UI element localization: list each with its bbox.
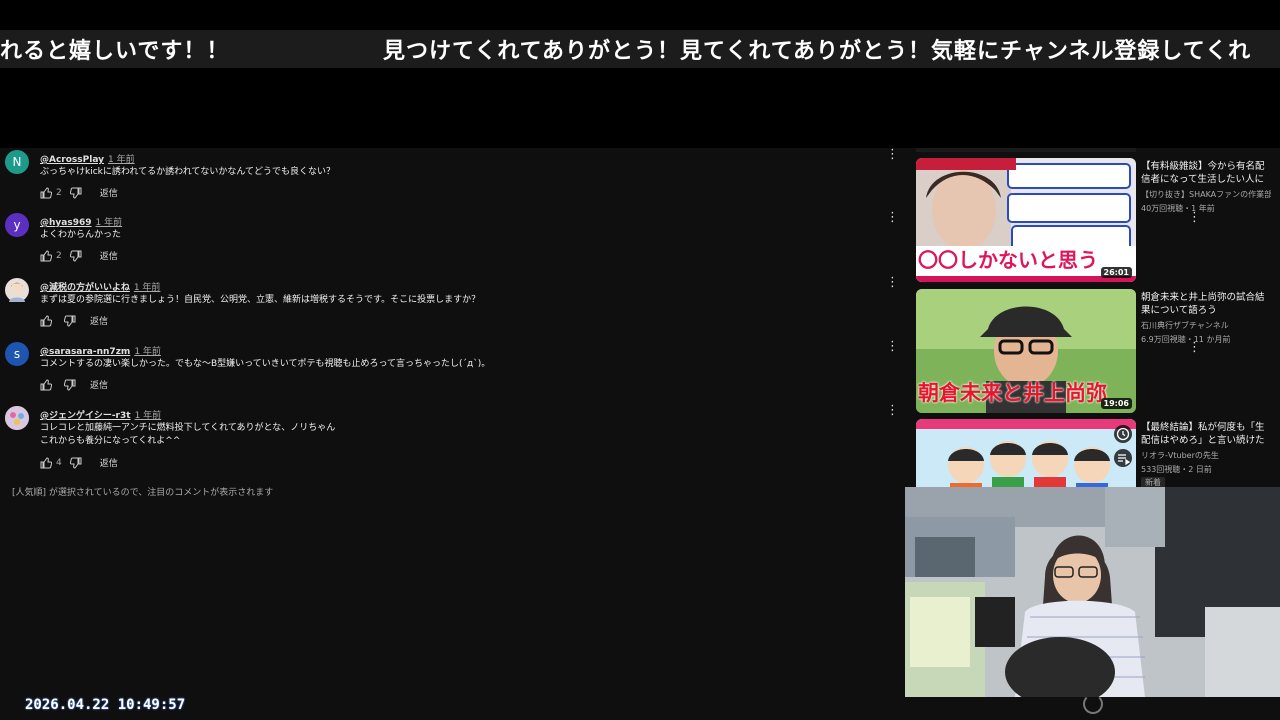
comment-text-line: コレコレと加藤純一アンチに燃料投下してくれてありがとな、ノリちゃん: [40, 423, 336, 433]
comment-menu-icon[interactable]: ⋮: [886, 148, 899, 162]
comment-menu-icon[interactable]: ⋮: [886, 276, 899, 290]
comment-text: コメントするの凄い楽しかった。でもな〜B型嫌いっていきいてポテも視聴も止めろって…: [40, 359, 491, 369]
thumbs-up-icon[interactable]: [40, 186, 52, 199]
video-channel[interactable]: 石川典行ザブチャンネル: [1141, 320, 1271, 331]
comment-time[interactable]: 1 年前: [135, 411, 162, 421]
ticker-text-2: 見つけてくれてありがとう！見てくれてありがとう！気軽にチャンネル登録してくれ: [383, 38, 1252, 64]
webcam-scene: [905, 487, 1280, 697]
comment-actions: 返信: [40, 378, 108, 391]
comment-time[interactable]: 1 年前: [134, 347, 161, 357]
reply-button[interactable]: 返信: [100, 456, 118, 469]
comment-time[interactable]: 1 年前: [108, 155, 135, 165]
webcam-overlay: [905, 487, 1280, 697]
comment-header: @ジェンゲイシー-r3t 1 年前: [40, 408, 161, 421]
video-thumbnail[interactable]: [916, 419, 1136, 488]
thumbs-down-icon[interactable]: [64, 379, 76, 391]
comment-header: @hyas969 1 年前: [40, 215, 122, 228]
avatar[interactable]: y: [5, 213, 29, 237]
sort-notice: [人気順] が選択されているので、注目のコメントが表示されます: [12, 488, 274, 498]
video-duration: 19:06: [1100, 398, 1132, 409]
reply-button[interactable]: 返信: [90, 314, 108, 327]
top-black-band: [0, 0, 1280, 148]
ticker-text-1: れると嬉しいです！！: [0, 38, 230, 64]
comment-actions: 2 返信: [40, 186, 118, 199]
ticker-banner: れると嬉しいです！！ 見つけてくれてありがとう！見てくれてありがとう！気軽にチャ…: [0, 30, 1280, 68]
video-thumbnail[interactable]: 朝倉未来と井上尚弥 19:06: [916, 289, 1136, 413]
comment-author[interactable]: @ジェンゲイシー-r3t: [40, 411, 131, 421]
reply-button[interactable]: 返信: [100, 249, 118, 262]
comment-menu-icon[interactable]: ⋮: [886, 211, 899, 225]
watch-later-icon[interactable]: [1114, 425, 1132, 443]
thumbs-up-icon[interactable]: [40, 378, 52, 391]
comment-time[interactable]: 1 年前: [134, 283, 161, 293]
video-channel[interactable]: リオラ-Vtuberの先生: [1141, 450, 1271, 461]
comment-text: ぶっちゃけkickに誘われてるか誘われてないかなんてどうでも良くない？: [40, 167, 335, 177]
video-channel[interactable]: 【切り抜き】SHAKAファンの作業部…: [1141, 189, 1271, 200]
thumbs-up-icon[interactable]: [40, 314, 52, 327]
reply-button[interactable]: 返信: [100, 186, 118, 199]
video-meta: 533回視聴・2 日前: [1141, 465, 1212, 474]
video-meta: 40万回視聴・1 年前: [1141, 204, 1215, 213]
comment-actions: 4 返信: [40, 456, 118, 469]
comment-time[interactable]: 1 年前: [96, 218, 123, 228]
avatar-pattern-icon: [5, 406, 29, 430]
video-duration: 26:01: [1100, 267, 1132, 278]
like-count: 2: [56, 187, 62, 198]
thumbs-up-icon[interactable]: [40, 456, 52, 469]
thumbnail-caption: 朝倉未来と井上尚弥: [918, 381, 1107, 405]
comment-actions: 返信: [40, 314, 108, 327]
video-title[interactable]: 【有料級雑談】今から有名配信者になって生活したい人にア…: [1141, 160, 1269, 186]
comment-text: コレコレと加藤純一アンチに燃料投下してくれてありがとな、ノリちゃん これからも養…: [40, 422, 335, 448]
thumbs-down-icon[interactable]: [69, 187, 82, 199]
comment-header: @sarasara-nn7zm 1 年前: [40, 344, 161, 357]
thumbs-down-icon[interactable]: [69, 457, 82, 469]
video-title[interactable]: 朝倉未来と井上尚弥の試合結果について語ろう: [1141, 291, 1269, 317]
video-menu-icon[interactable]: ⋮: [1188, 340, 1201, 355]
avatar[interactable]: [5, 406, 29, 430]
like-count: 2: [56, 250, 62, 261]
partial-thumbnail[interactable]: [916, 148, 1136, 152]
related-videos-sidebar: 〇〇しかないと思う 26:01 【有料級雑談】今から有名配信者になって生活したい…: [905, 148, 1280, 488]
avatar[interactable]: N: [5, 150, 29, 174]
loading-spinner-icon: [1083, 694, 1103, 714]
comment-header: @減税の方がいいよね 1 年前: [40, 280, 160, 293]
comment-text: まずは夏の参院選に行きましょう！自民党、公明党、立憲、維新は増税するそうです。そ…: [40, 295, 481, 305]
video-meta: 6.9万回視聴・11 か月前: [1141, 335, 1231, 344]
comment-text-line: これからも養分になってくれよ^^: [40, 436, 181, 446]
comment-header: @AcrossPlay 1 年前: [40, 152, 135, 165]
video-thumbnail[interactable]: 〇〇しかないと思う 26:01: [916, 158, 1136, 282]
comment-author[interactable]: @sarasara-nn7zm: [40, 347, 130, 357]
avatar[interactable]: s: [5, 342, 29, 366]
thumbs-down-icon[interactable]: [64, 315, 76, 327]
comment-author[interactable]: @AcrossPlay: [40, 155, 104, 165]
avatar[interactable]: [5, 278, 29, 302]
thumbnail-art: [916, 419, 1136, 488]
reply-button[interactable]: 返信: [90, 378, 108, 391]
video-menu-icon[interactable]: ⋮: [1188, 210, 1201, 225]
comment-author[interactable]: @減税の方がいいよね: [40, 283, 130, 293]
avatar-face-icon: [9, 282, 25, 302]
thumbnail-caption: 〇〇しかないと思う: [918, 248, 1098, 272]
comment-actions: 2 返信: [40, 249, 118, 262]
comments-section: N @AcrossPlay 1 年前 ぶっちゃけkickに誘われてるか誘われてない…: [0, 148, 905, 720]
like-count: 4: [56, 457, 62, 468]
video-title[interactable]: 【最終結論】私が何度も「生配信はやめろ」と言い続けた本当…: [1141, 421, 1269, 447]
comment-author[interactable]: @hyas969: [40, 218, 92, 228]
timestamp-clock: 2026.04.22 10:49:57: [25, 697, 186, 713]
add-to-queue-icon[interactable]: [1114, 449, 1132, 467]
thumbs-up-icon[interactable]: [40, 249, 52, 262]
comment-menu-icon[interactable]: ⋮: [886, 404, 899, 418]
thumbs-down-icon[interactable]: [69, 250, 82, 262]
comment-text: よくわからんかった: [40, 230, 122, 240]
comment-menu-icon[interactable]: ⋮: [886, 340, 899, 354]
